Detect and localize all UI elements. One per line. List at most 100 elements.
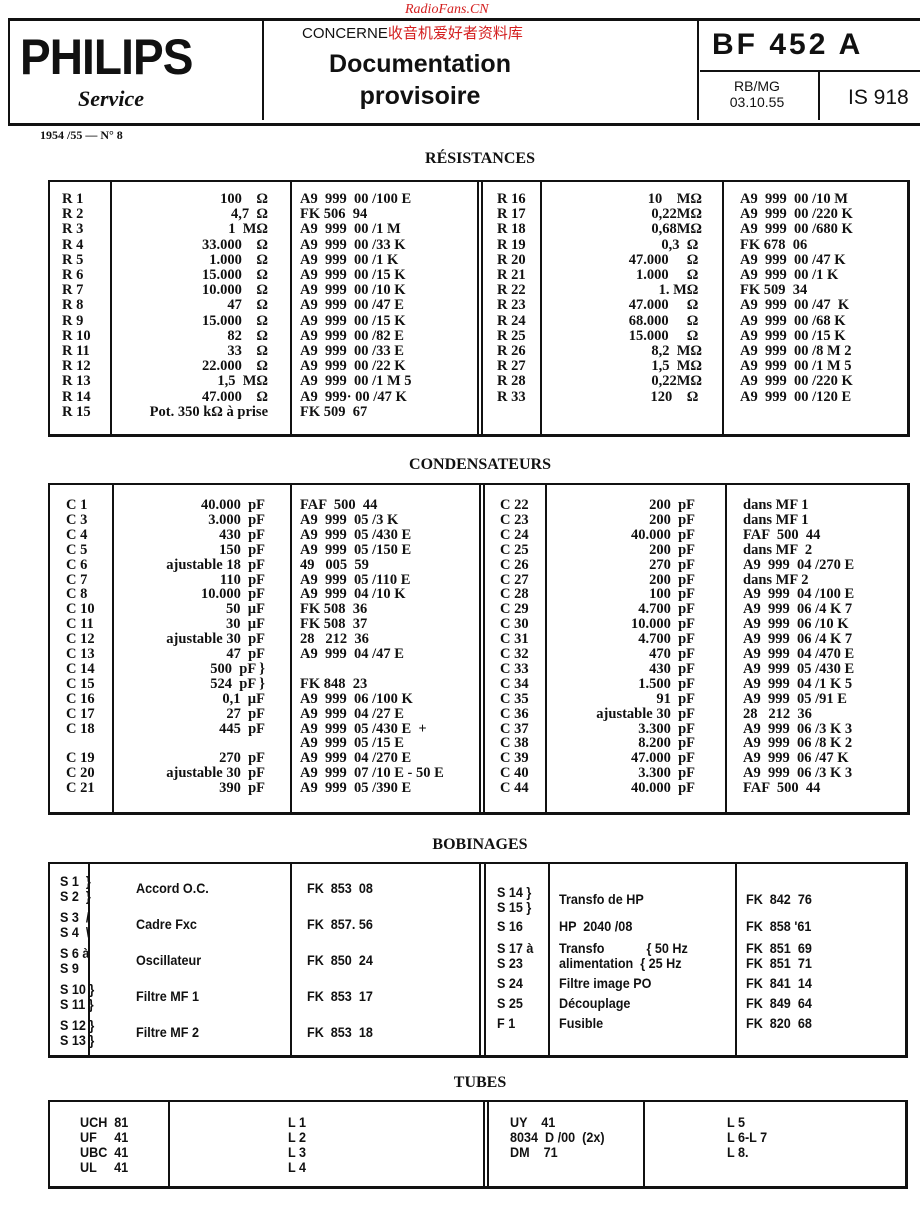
part-number-cell: A9 999 00 /100 E	[300, 191, 412, 207]
part-number-cell: A9 999 00 /220 K	[740, 206, 853, 223]
tubes-right-types: UY 41 8034 D /00 (2x) DM 71	[510, 1114, 605, 1160]
divider	[290, 182, 292, 434]
part-number-cell: dans MF 2	[743, 571, 809, 588]
value-cell: 0,22MΩ	[651, 206, 702, 223]
part-number-cell: FK 853 18	[307, 1024, 373, 1040]
part-number-cell: A9 999 00 /8 M 2	[740, 343, 852, 359]
part-number-cell: A9 999 04 /10 K	[300, 586, 406, 603]
section-title-condensateurs: CONDENSATEURS	[409, 456, 551, 473]
value-cell: 1 MΩ	[228, 221, 268, 238]
part-number-cell: A9 999 00 /680 K	[740, 221, 853, 238]
part-number-cell: FK 506 94	[300, 206, 368, 223]
value-cell: 40.000 pF	[630, 780, 695, 797]
ref-date: 03.10.55	[729, 94, 785, 110]
coil-ref: S 3 / S 4 \	[60, 909, 90, 940]
value-cell: 270 pF	[219, 750, 265, 767]
part-number-cell: A9 999 04 /47 E	[300, 646, 404, 662]
value-cell: 68.000 Ω	[628, 312, 702, 329]
value-cell: 22.000 Ω	[202, 358, 268, 375]
watermark: RadioFans.CN	[405, 2, 489, 17]
value-cell: 47.000 Ω	[202, 388, 268, 405]
coil-ref: S 14 } S 15 }	[497, 884, 532, 915]
part-number-cell: A9 999 05 /430 E	[300, 526, 412, 543]
part-number-cell: A9 999 06 /3 K 3	[743, 765, 853, 782]
divider	[290, 864, 292, 1055]
value-cell: 445 pF	[219, 720, 265, 737]
part-number-cell: dans MF 1	[743, 497, 809, 513]
part-number-cell: A9 999 00 /1 M 5	[740, 358, 852, 375]
is-number: IS 918	[848, 86, 909, 109]
value-cell: 200 pF	[649, 511, 695, 528]
part-number-cell: A9 999· 00 /47 K	[300, 388, 407, 405]
value-cell: ajustable 30 pF	[596, 705, 695, 722]
part-number-cell: A9 999 00 /10 M	[740, 191, 848, 207]
part-number-cell: A9 999 00 /82 E	[300, 327, 404, 344]
coil-description: Filtre image PO	[559, 975, 652, 991]
value-cell: 27 pF	[226, 705, 265, 722]
philips-logo: PHILIPS	[20, 29, 193, 85]
part-number-cell: A9 999 05 /150 E	[300, 541, 412, 558]
value-cell: 110 pF	[219, 571, 265, 588]
part-number-cell: A9 999 05 /390 E	[300, 780, 412, 797]
part-number-cell: FK 508 36	[300, 601, 368, 618]
value-cell: 47.000 Ω	[628, 251, 702, 268]
part-number-cell: A9 999 00 /1 K	[740, 267, 839, 283]
part-number-cell: 28 212 36	[743, 705, 812, 722]
value-cell: 500 pF }	[210, 660, 265, 677]
value-cell: 8.200 pF	[638, 735, 695, 752]
part-number-cell: FK 850 24	[307, 952, 373, 968]
value-cell: 270 pF	[649, 556, 695, 573]
value-cell: 1,5 MΩ	[217, 373, 268, 390]
part-number-cell: A9 999 06 /100 K	[300, 690, 413, 707]
coil-description: Transfo de HP	[559, 891, 644, 907]
value-cell: 524 pF }	[210, 675, 265, 692]
divider	[479, 485, 481, 812]
coil-ref: S 24	[497, 975, 523, 991]
value-cell: 91 pF	[656, 690, 695, 707]
tubes-table	[48, 1100, 908, 1189]
value-cell: 100 Ω	[220, 191, 268, 207]
value-cell: 1.500 pF	[638, 675, 695, 692]
part-number-cell: FK 849 64	[746, 995, 812, 1011]
value-cell: 47.000 pF	[630, 750, 695, 767]
part-number-cell: FAF 500 44	[300, 497, 378, 513]
value-cell: 10.000 Ω	[202, 282, 268, 299]
value-cell: 47 pF	[226, 646, 265, 662]
part-number-cell: FK 851 69 FK 851 71	[746, 940, 812, 971]
ref-block: RB/MG 03.10.55	[712, 78, 802, 110]
value-cell: 40.000 pF	[630, 526, 695, 543]
part-number-cell: 49 005 59	[300, 556, 369, 573]
value-cell: 430 pF	[219, 526, 265, 543]
tubes-left-refs: L 1 L 2 L 3 L 4	[288, 1114, 306, 1175]
value-cell: Pot. 350 kΩ à prise	[149, 403, 268, 420]
coil-ref: F 1	[497, 1015, 516, 1031]
part-number-cell: A9 999 00 /1 M	[300, 221, 401, 238]
value-cell: 8,2 MΩ	[651, 343, 702, 359]
part-number-cell: FK 853 08	[307, 880, 373, 896]
part-number-cell: A9 999 00 /33 K	[300, 236, 406, 253]
part-number-cell: A9 999 06 /10 K	[743, 616, 849, 633]
coil-description: Filtre MF 1	[136, 988, 200, 1004]
coil-description: HP 2040 /08	[559, 918, 633, 934]
divider	[484, 864, 486, 1055]
divider	[168, 1102, 170, 1186]
part-number-cell: A9 999 04 /1 K 5	[743, 675, 853, 692]
value-cell: ajustable 18 pF	[166, 556, 265, 573]
part-number-cell: A9 999 00 /15 K	[740, 327, 846, 344]
value-cell: 33.000 Ω	[202, 236, 268, 253]
part-number-cell: FK 857. 56	[307, 916, 373, 932]
value-cell: 1.000 Ω	[636, 267, 702, 283]
part-number-cell: A9 999 04 /27 E	[300, 705, 404, 722]
part-number-cell: A9 999 04 /100 E	[743, 586, 855, 603]
part-number-cell: A9 999 00 /47 K	[740, 297, 850, 314]
issue-number: 1954 /55 — N° 8	[40, 128, 123, 142]
value-cell: 390 pF	[219, 780, 265, 797]
concerne-label: CONCERNE收音机爱好者资料库	[302, 22, 523, 43]
part-number-cell: FK 841 14	[746, 975, 812, 991]
coil-description: Accord O.C.	[136, 880, 209, 896]
value-cell: ajustable 30 pF	[166, 631, 265, 648]
part-number-cell: FAF 500 44	[743, 780, 821, 797]
coil-description: Fusible	[559, 1015, 604, 1031]
watermark-cn: 收音机爱好者资料库	[387, 25, 523, 42]
value-cell: 47.000 Ω	[628, 297, 702, 314]
